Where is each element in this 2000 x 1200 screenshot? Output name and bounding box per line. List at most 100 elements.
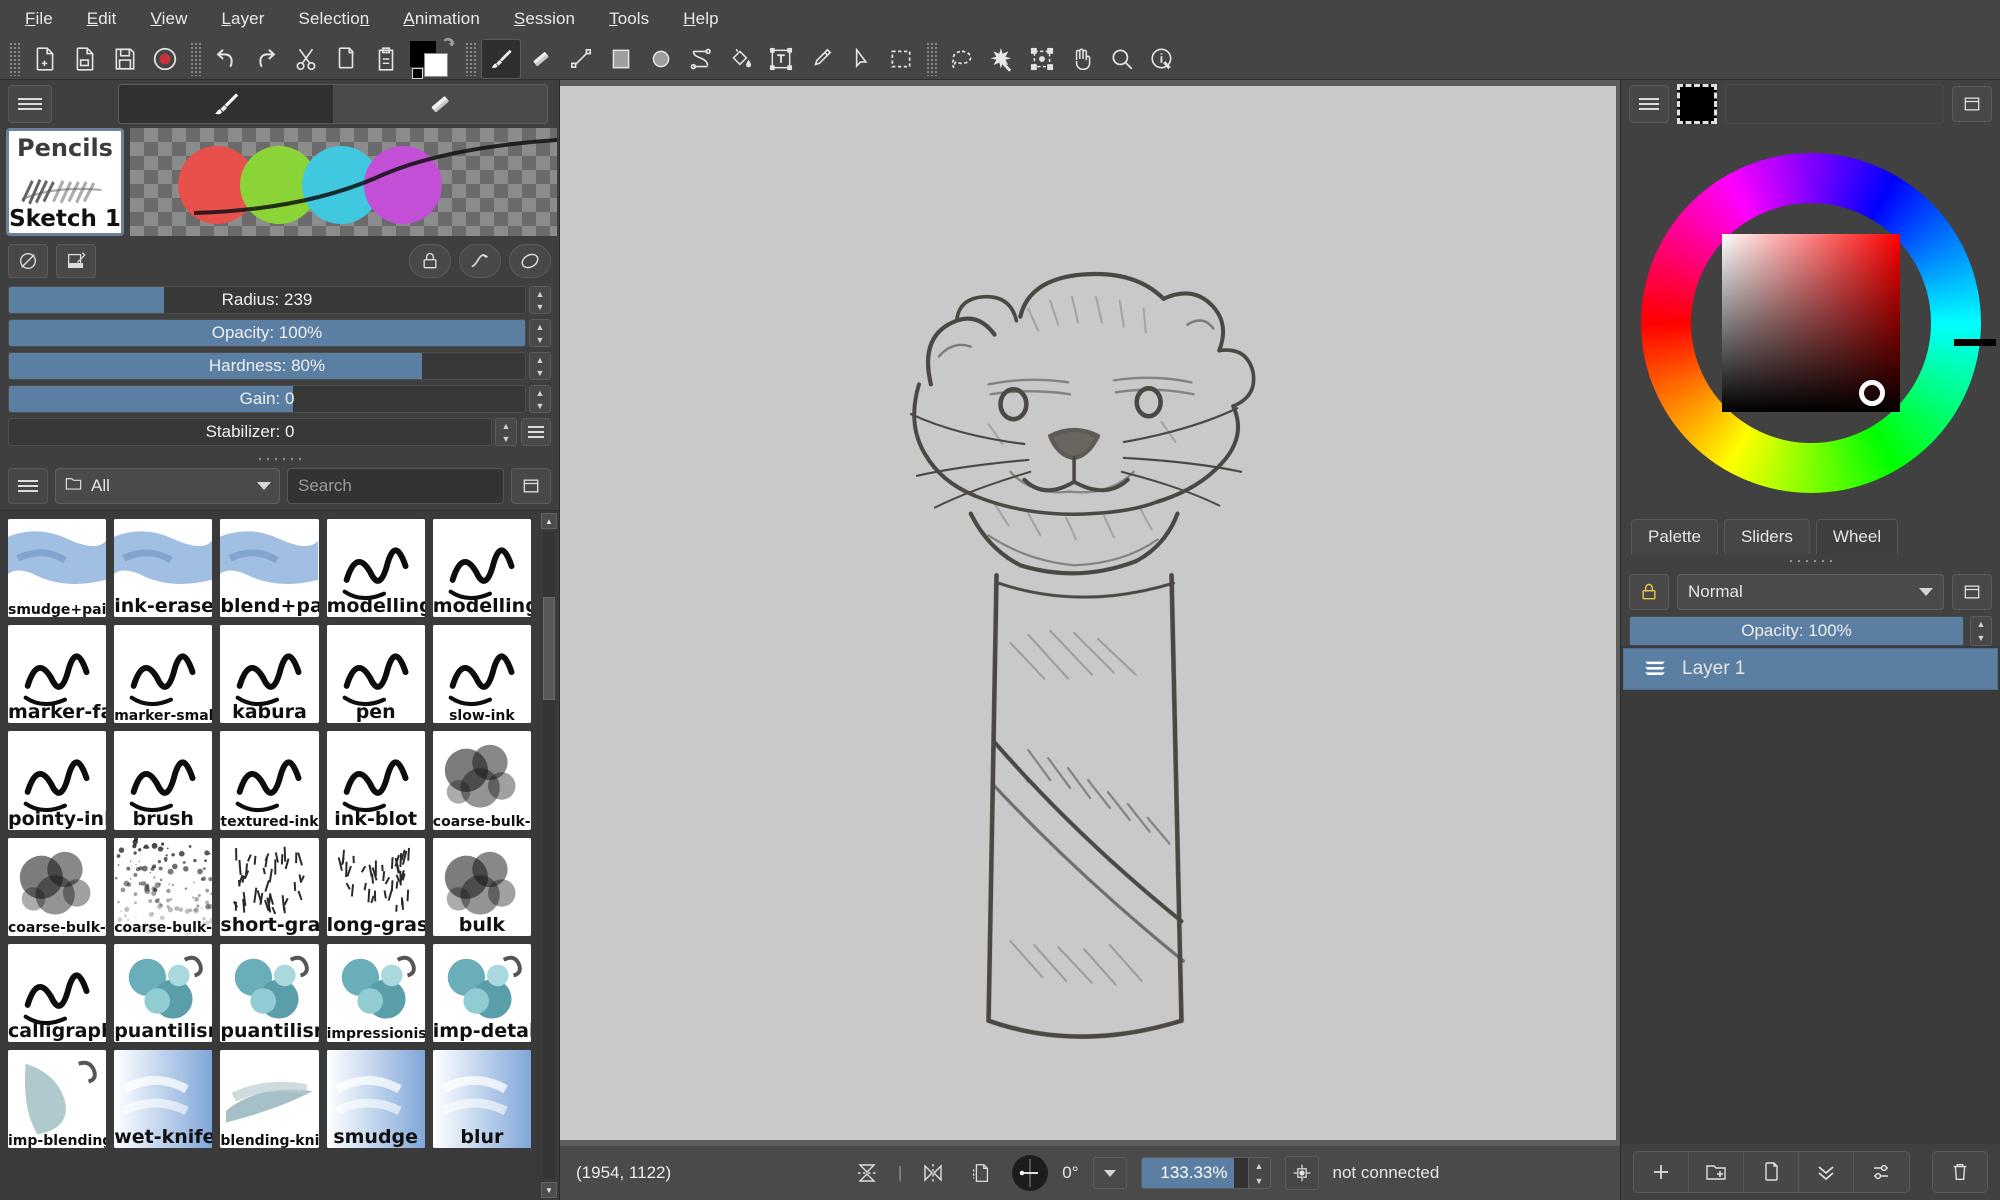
scratchpad[interactable] xyxy=(130,128,557,236)
brush-item[interactable]: textured-ink xyxy=(220,731,318,829)
menu-item-tools[interactable]: Tools xyxy=(592,4,666,34)
menu-item-layer[interactable]: Layer xyxy=(204,4,281,34)
rotation-dropdown[interactable] xyxy=(1093,1157,1127,1189)
tab-sliders[interactable]: Sliders xyxy=(1724,519,1810,554)
brush-group-filter[interactable]: All xyxy=(55,468,280,504)
menu-item-file[interactable]: File xyxy=(8,4,70,34)
scroll-down-icon[interactable]: ▼ xyxy=(541,1182,557,1198)
edit-brush-button[interactable] xyxy=(56,244,96,278)
brush-item[interactable]: coarse-bulk-3 xyxy=(433,731,531,829)
layer-properties-button[interactable] xyxy=(1854,1152,1909,1192)
brush-grid-scrollbar[interactable]: ▲ ▼ xyxy=(539,511,559,1200)
brush-item[interactable]: marker-fat xyxy=(8,625,106,723)
brush-item[interactable]: blending-knife xyxy=(220,1050,318,1148)
brush-item[interactable]: slow-ink xyxy=(433,625,531,723)
menu-item-edit[interactable]: Edit xyxy=(70,4,134,34)
brush-item[interactable]: modelling xyxy=(433,519,531,617)
add-layer-button[interactable] xyxy=(1634,1152,1689,1192)
tab-palette[interactable]: Palette xyxy=(1631,519,1718,554)
cut-button[interactable] xyxy=(286,39,326,79)
brush-item[interactable]: marker-small xyxy=(114,625,212,723)
color-swatches[interactable] xyxy=(410,39,456,79)
brush-item[interactable]: imp-details xyxy=(433,944,531,1042)
brush-item[interactable]: long-grass xyxy=(327,838,425,936)
new-group-button[interactable] xyxy=(1689,1152,1744,1192)
eraser-toggle-button[interactable] xyxy=(509,244,551,278)
brush-item[interactable]: blur xyxy=(433,1050,531,1148)
lock-layer-button[interactable] xyxy=(1629,574,1669,610)
paint-mode[interactable] xyxy=(119,85,333,123)
brush-item[interactable]: smudge+paint xyxy=(8,519,106,617)
tab-wheel[interactable]: Wheel xyxy=(1816,519,1898,554)
layer-opacity-slider[interactable]: Opacity: 100% xyxy=(1629,616,1964,646)
menu-item-selection[interactable]: Selection xyxy=(282,4,387,34)
rect-select-tool[interactable] xyxy=(881,39,921,79)
brush-item[interactable]: imp-blending xyxy=(8,1050,106,1148)
canvas-viewport[interactable] xyxy=(560,80,1620,1146)
ellipse-tool[interactable] xyxy=(641,39,681,79)
swap-colors-icon[interactable] xyxy=(439,37,457,59)
copy-button[interactable] xyxy=(326,39,366,79)
stabilizer-menu-icon[interactable] xyxy=(521,418,551,446)
brush-item[interactable]: pointy-ink xyxy=(8,731,106,829)
brush-item[interactable]: modelling2 xyxy=(327,519,425,617)
brush-item[interactable]: calligraphy xyxy=(8,944,106,1042)
layer-opacity-spinner[interactable]: ▲▼ xyxy=(1970,616,1992,646)
right-dock-grip[interactable] xyxy=(1621,554,2000,568)
duplicate-layer-button[interactable] xyxy=(1744,1152,1799,1192)
brush-item[interactable]: smudge xyxy=(327,1050,425,1148)
brush-slider-opacity[interactable]: Opacity: 100% xyxy=(8,319,526,347)
fill-tool[interactable] xyxy=(721,39,761,79)
eraser-tool[interactable] xyxy=(521,39,561,79)
lock-alpha-button[interactable] xyxy=(409,244,451,278)
brush-item[interactable]: short-grass xyxy=(220,838,318,936)
color-panel-menu-icon[interactable] xyxy=(1629,85,1669,123)
brush-item[interactable]: pen xyxy=(327,625,425,723)
brush-item[interactable]: blend+paint xyxy=(220,519,318,617)
open-document-button[interactable] xyxy=(65,39,105,79)
slider-spinner[interactable]: ▲▼ xyxy=(529,385,551,413)
record-button[interactable] xyxy=(145,39,185,79)
menu-item-view[interactable]: View xyxy=(134,4,205,34)
brush-slider-gain[interactable]: Gain: 0 xyxy=(8,385,526,413)
search-input[interactable]: Search xyxy=(287,468,504,504)
rotation-dial[interactable] xyxy=(1012,1155,1048,1191)
brush-item[interactable]: puantilism xyxy=(114,944,212,1042)
zoom-field[interactable]: 133.33% ▲▼ xyxy=(1141,1157,1271,1189)
toolbar-grip-2[interactable] xyxy=(190,42,201,76)
toolbar-grip-4[interactable] xyxy=(926,42,937,76)
new-document-button[interactable] xyxy=(25,39,65,79)
magic-wand-tool[interactable] xyxy=(982,39,1022,79)
flip-vertical-icon[interactable] xyxy=(850,1156,884,1190)
text-tool[interactable] xyxy=(761,39,801,79)
slider-spinner[interactable]: ▲▼ xyxy=(529,319,551,347)
blend-mode-select[interactable]: Normal xyxy=(1677,574,1944,610)
brush-item[interactable]: coarse-bulk-1 xyxy=(114,838,212,936)
brush-settings-button[interactable] xyxy=(459,244,501,278)
menu-item-animation[interactable]: Animation xyxy=(386,4,497,34)
slider-spinner[interactable]: ▲▼ xyxy=(495,418,517,446)
paste-button[interactable] xyxy=(366,39,406,79)
transform-tool[interactable] xyxy=(1022,39,1062,79)
pan-tool[interactable] xyxy=(1062,39,1102,79)
brush-item[interactable]: ink-blot xyxy=(327,731,425,829)
current-color-preview[interactable] xyxy=(1677,84,1717,124)
delete-layer-button[interactable] xyxy=(1932,1151,1988,1193)
brush-slider-hardness[interactable]: Hardness: 80% xyxy=(8,352,526,380)
color-panel-window-button[interactable] xyxy=(1952,86,1992,122)
zoom-value[interactable]: 133.33% xyxy=(1142,1158,1234,1188)
line-tool[interactable] xyxy=(561,39,601,79)
zoom-spinner[interactable]: ▲▼ xyxy=(1248,1158,1270,1188)
brush-selector-menu-icon[interactable] xyxy=(8,468,48,504)
flip-horizontal-icon[interactable] xyxy=(916,1156,950,1190)
menu-item-help[interactable]: Help xyxy=(666,4,735,34)
menu-item-session[interactable]: Session xyxy=(497,4,592,34)
slider-spinner[interactable]: ▲▼ xyxy=(529,286,551,314)
hamburger-icon[interactable] xyxy=(8,85,52,123)
brush-slider-radius[interactable]: Radius: 239 xyxy=(8,286,526,314)
color-wheel[interactable] xyxy=(1621,128,2000,518)
brush-item[interactable]: ink-eraser xyxy=(114,519,212,617)
move-tool[interactable] xyxy=(841,39,881,79)
left-dock-grip[interactable] xyxy=(0,452,559,466)
scroll-thumb[interactable] xyxy=(543,597,555,701)
